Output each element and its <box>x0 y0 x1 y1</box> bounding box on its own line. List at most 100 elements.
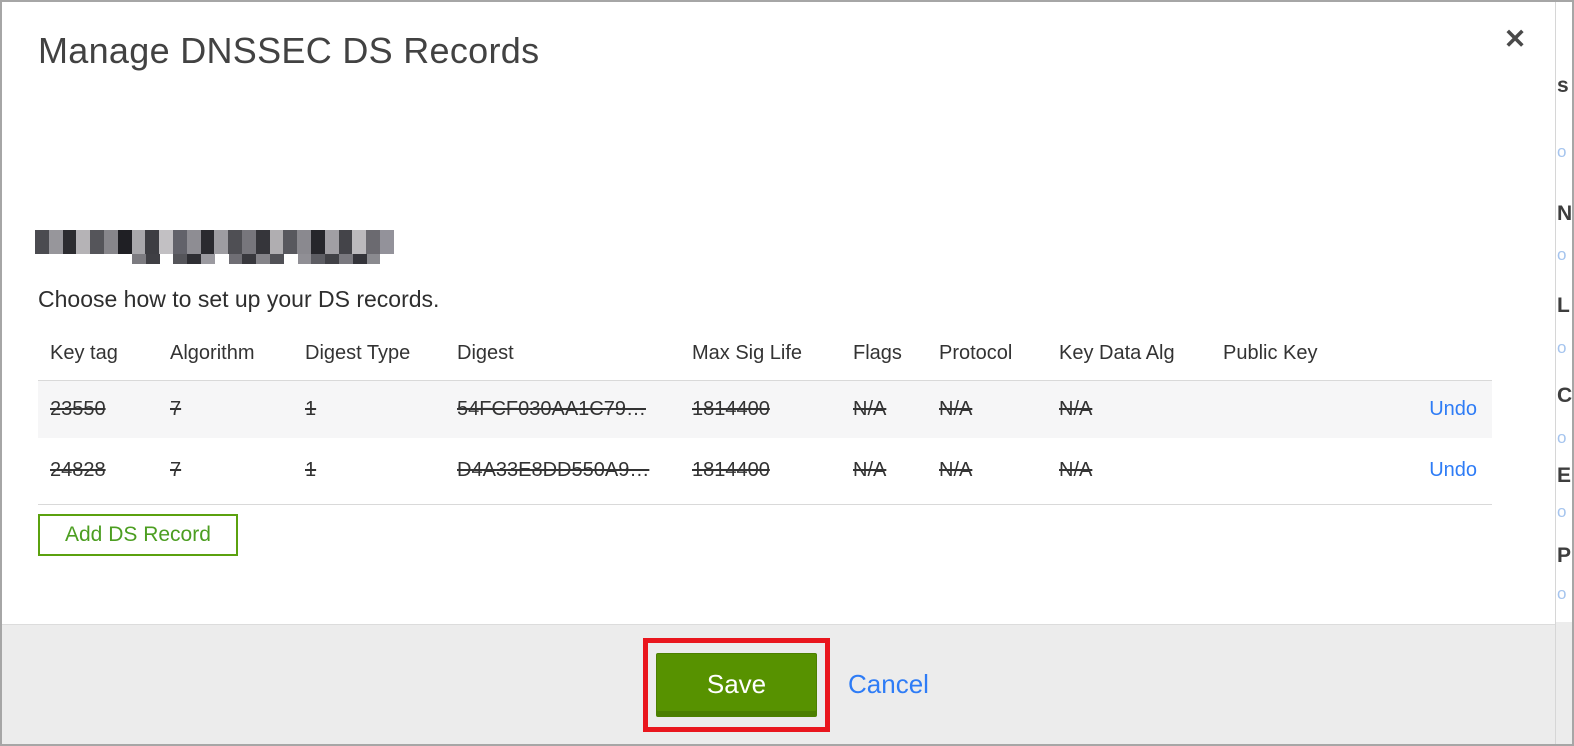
redaction-pixel <box>145 254 160 264</box>
redaction-pixel <box>76 230 91 254</box>
redaction-pixel <box>145 230 160 254</box>
cancel-link[interactable]: Cancel <box>848 669 929 700</box>
redaction-pixel <box>228 230 242 254</box>
redaction-pixel <box>35 230 49 254</box>
instruction-text: Choose how to set up your DS records. <box>38 286 440 312</box>
background-text-fragment: E <box>1557 464 1572 487</box>
cell-digest-type: 1 <box>305 459 317 482</box>
cell-digest-type: 1 <box>305 397 317 420</box>
column-header-protocol: Protocol <box>939 342 1013 365</box>
redaction-pixel <box>338 230 353 254</box>
cell-digest: 54FCF030AA1C79… <box>457 397 646 420</box>
column-header-flags: Flags <box>853 342 902 365</box>
column-header-key-tag: Key tag <box>50 342 118 365</box>
background-text-fragment: P <box>1557 544 1572 567</box>
redaction-pixel <box>352 230 367 254</box>
column-header-digest-type: Digest Type <box>305 342 411 365</box>
background-text-fragment: o <box>1557 428 1567 447</box>
cell-flags: N/A <box>853 459 887 482</box>
table-row: 23550 7 1 54FCF030AA1C79… 1814400 N/A N/A N/A Un… <box>38 380 1492 438</box>
redacted-domain-name-fragment <box>132 254 381 264</box>
column-header-algorithm: Algorithm <box>170 342 255 365</box>
table-row: 24828 7 1 D4A33E8DD550A9… 1814400 N/A N/A N/A Un… <box>38 438 1492 504</box>
redaction-pixel <box>200 254 215 264</box>
redaction-pixel <box>103 230 118 254</box>
redaction-pixel <box>324 230 339 254</box>
redaction-pixel <box>352 254 367 264</box>
redaction-pixel <box>160 254 174 264</box>
background-text-fragment: o <box>1557 502 1567 521</box>
background-text-fragment: o <box>1557 338 1567 357</box>
redaction-pixel <box>269 230 284 254</box>
redaction-pixel <box>284 254 298 264</box>
redaction-pixel <box>132 254 146 264</box>
cell-key-tag: 24828 <box>50 459 106 482</box>
redaction-pixel <box>173 254 188 264</box>
cell-max-sig-life: 1814400 <box>692 397 770 420</box>
redaction-pixel <box>62 230 77 254</box>
redaction-pixel <box>187 254 201 264</box>
cell-protocol: N/A <box>939 459 973 482</box>
background-text-fragment: N <box>1557 202 1572 225</box>
column-header-actions <box>1361 328 1492 380</box>
undo-link[interactable]: Undo <box>1429 398 1477 420</box>
ds-records-table: Key tag Algorithm Digest Type Digest Max Sig… <box>38 328 1492 505</box>
redaction-pixel <box>255 230 270 254</box>
redaction-pixel <box>131 230 146 254</box>
background-page-strip: soNoLoCoEoPo <box>1555 2 1572 744</box>
cell-algorithm: 7 <box>170 459 182 482</box>
cell-protocol: N/A <box>939 397 973 420</box>
modal-title: Manage DNSSEC DS Records <box>38 30 540 71</box>
close-icon[interactable]: ✕ <box>1498 22 1532 56</box>
redaction-pixel <box>256 254 270 264</box>
dnssec-modal: Manage DNSSEC DS Records ✕ Choose how to… <box>2 2 1555 744</box>
column-header-key-data-alg: Key Data Alg <box>1059 342 1175 365</box>
redaction-pixel <box>242 254 257 264</box>
redaction-pixel <box>228 254 243 264</box>
redaction-pixel <box>200 230 215 254</box>
redaction-pixel <box>366 254 381 264</box>
redaction-pixel <box>338 254 353 264</box>
save-annotation-highlight: Save <box>643 637 830 732</box>
cell-key-data-alg: N/A <box>1059 459 1093 482</box>
modal-footer: Save Cancel <box>2 624 1555 744</box>
column-header-digest: Digest <box>457 342 514 365</box>
redaction-pixel <box>297 230 311 254</box>
redaction-pixel <box>310 230 325 254</box>
background-page-footer <box>1556 622 1572 744</box>
redaction-pixel <box>172 230 187 254</box>
redaction-pixel <box>297 254 312 264</box>
background-text-fragment: o <box>1557 245 1567 264</box>
redaction-pixel <box>186 230 201 254</box>
add-ds-record-button[interactable]: Add DS Record <box>38 514 238 556</box>
redaction-pixel <box>311 254 326 264</box>
undo-link[interactable]: Undo <box>1429 459 1477 481</box>
redaction-pixel <box>379 230 394 254</box>
redaction-pixel <box>215 254 229 264</box>
cell-flags: N/A <box>853 397 887 420</box>
redaction-pixel <box>366 230 380 254</box>
cell-key-data-alg: N/A <box>1059 397 1093 420</box>
redaction-pixel <box>159 230 173 254</box>
cell-key-tag: 23550 <box>50 397 106 420</box>
column-header-max-sig-life: Max Sig Life <box>692 342 803 365</box>
background-text-fragment: C <box>1557 384 1572 407</box>
redaction-pixel <box>269 254 284 264</box>
redaction-pixel <box>48 230 63 254</box>
redaction-pixel <box>90 230 104 254</box>
screenshot-frame: Manage DNSSEC DS Records ✕ Choose how to… <box>0 0 1574 746</box>
save-button[interactable]: Save <box>656 652 817 717</box>
redaction-pixel <box>117 230 132 254</box>
column-header-public-key: Public Key <box>1223 342 1318 365</box>
background-text-fragment: o <box>1557 584 1567 603</box>
table-header-row: Key tag Algorithm Digest Type Digest Max Sig… <box>38 328 1492 380</box>
redaction-pixel <box>241 230 256 254</box>
redaction-pixel <box>214 230 229 254</box>
background-text-fragment: s <box>1557 74 1569 97</box>
redaction-pixel <box>325 254 339 264</box>
redacted-domain-name <box>35 230 394 254</box>
cell-max-sig-life: 1814400 <box>692 459 770 482</box>
background-text-fragment: o <box>1557 142 1567 161</box>
background-text-fragment: L <box>1557 294 1570 317</box>
cell-algorithm: 7 <box>170 397 182 420</box>
